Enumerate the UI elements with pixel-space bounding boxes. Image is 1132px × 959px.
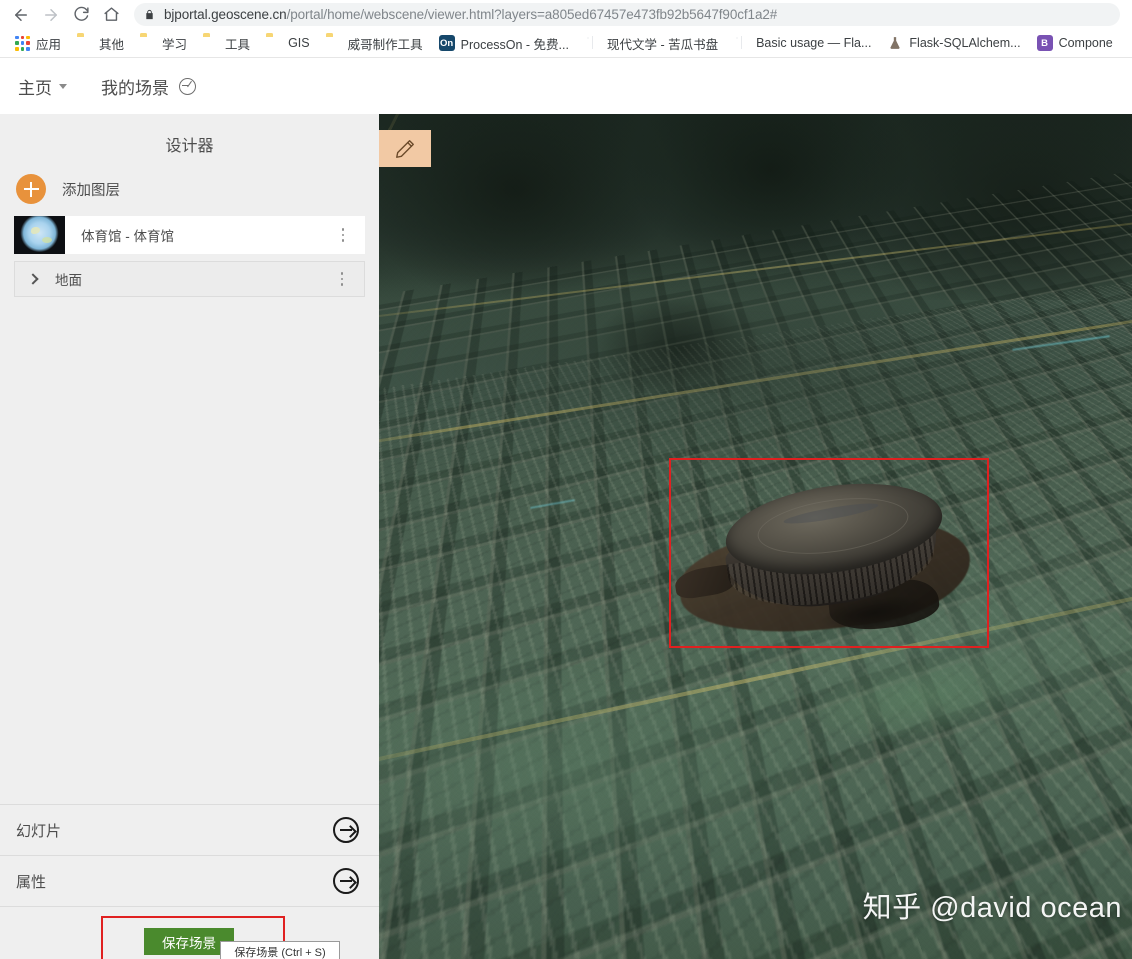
header-home-menu[interactable]: 主页 xyxy=(8,70,77,103)
bookmark-label: GIS xyxy=(288,36,310,50)
bookmark-folder-weige[interactable]: 威哥制作工具 xyxy=(319,32,430,54)
folder-icon xyxy=(140,35,156,51)
bookmark-bootstrap-components[interactable]: B Compone xyxy=(1030,32,1120,54)
bookmark-folder-gis[interactable]: GIS xyxy=(259,32,317,54)
ground-layer-row[interactable]: 地面 xyxy=(14,261,365,297)
section-label: 幻灯片 xyxy=(16,822,62,840)
scene-globe-icon xyxy=(179,77,196,95)
header-scene-title: 我的场景 xyxy=(101,74,196,99)
bookmark-apps[interactable]: 应用 xyxy=(8,32,68,54)
kebab-menu-icon[interactable] xyxy=(331,216,355,254)
bookmark-modern-literature[interactable]: 现代文学 - 苦瓜书盘 xyxy=(578,32,725,54)
bookmark-folder-other[interactable]: 其他 xyxy=(70,32,131,54)
section-slides[interactable]: 幻灯片 xyxy=(0,804,379,855)
bookmark-label: 应用 xyxy=(36,37,62,52)
application-window: bjportal.geoscene.cn/portal/home/webscen… xyxy=(0,0,1132,959)
bookmark-flask-basic-usage[interactable]: Basic usage — Fla... xyxy=(727,32,878,54)
lock-icon xyxy=(144,8,155,21)
list-item[interactable]: 体育馆 - 体育馆 xyxy=(14,216,365,254)
section-label: 属性 xyxy=(16,873,47,891)
bookmark-folder-study[interactable]: 学习 xyxy=(133,32,194,54)
panel-spacer xyxy=(0,297,379,804)
bootstrap-icon: B xyxy=(1036,35,1053,51)
folder-icon xyxy=(326,35,342,51)
bookmark-label: 其他 xyxy=(99,37,125,52)
address-bar[interactable]: bjportal.geoscene.cn/portal/home/webscen… xyxy=(134,3,1120,26)
save-tooltip: 保存场景 (Ctrl + S) xyxy=(220,941,340,959)
designer-title: 设计器 xyxy=(165,138,214,155)
folder-icon xyxy=(77,35,93,51)
page-title: 我的场景 xyxy=(101,78,169,98)
bookmark-label: 威哥制作工具 xyxy=(347,37,423,52)
layer-name: 体育馆 - 体育馆 xyxy=(81,229,174,244)
bookmark-label: Flask-SQLAlchem... xyxy=(909,36,1021,50)
globe-icon xyxy=(734,35,750,51)
arrow-right-circle-icon[interactable] xyxy=(333,817,359,843)
plus-circle-icon xyxy=(16,174,46,204)
watermark: 知乎 @david ocean xyxy=(862,892,1122,924)
apps-grid-icon xyxy=(15,35,30,51)
bookmark-label: Compone xyxy=(1058,36,1113,50)
layer-list: 体育馆 - 体育馆 地面 xyxy=(0,216,379,297)
bookmark-label: 学习 xyxy=(162,37,188,52)
scene-viewport[interactable]: 知乎 @david ocean xyxy=(379,114,1132,959)
bookmark-folder-tools[interactable]: 工具 xyxy=(196,32,257,54)
globe-thumbnail-icon xyxy=(14,216,65,254)
app-header: 主页 我的场景 xyxy=(0,58,1132,114)
bookmark-processon[interactable]: On ProcessOn - 免费... xyxy=(432,32,576,54)
header-home-label: 主页 xyxy=(18,78,52,98)
processon-badge: On xyxy=(440,37,454,49)
home-icon[interactable] xyxy=(96,2,126,28)
url-text: bjportal.geoscene.cn/portal/home/webscen… xyxy=(164,7,778,22)
back-arrow-icon[interactable] xyxy=(6,2,36,28)
bookmark-label: 现代文学 - 苦瓜书盘 xyxy=(606,37,719,52)
arrow-right-circle-icon[interactable] xyxy=(333,868,359,894)
chevron-down-icon xyxy=(59,83,67,89)
processon-icon: On xyxy=(438,35,455,51)
add-layer-button[interactable]: 添加图层 xyxy=(0,170,379,216)
flask-icon xyxy=(887,35,903,51)
add-layer-label: 添加图层 xyxy=(62,182,120,199)
folder-icon xyxy=(266,35,282,51)
section-properties[interactable]: 属性 xyxy=(0,855,379,906)
ground-label: 地面 xyxy=(55,273,82,288)
bookmark-label: 工具 xyxy=(225,37,251,52)
kebab-menu-icon[interactable] xyxy=(330,262,354,296)
bootstrap-badge: B xyxy=(1041,37,1048,49)
folder-icon xyxy=(203,35,219,51)
bookmark-flask-sqlalchemy[interactable]: Flask-SQLAlchem... xyxy=(880,32,1027,54)
browser-toolbar: bjportal.geoscene.cn/portal/home/webscen… xyxy=(0,0,1132,29)
bookmarks-bar: 应用 其他 学习 工具 GIS 威哥制作工具 On ProcessOn - 免费… xyxy=(0,29,1132,58)
bookmark-label: ProcessOn - 免费... xyxy=(460,37,569,52)
bookmark-label: Basic usage — Fla... xyxy=(756,36,872,50)
stadium-3d-model[interactable] xyxy=(673,464,979,647)
chevron-right-icon[interactable] xyxy=(27,273,39,285)
pencil-icon[interactable] xyxy=(379,130,431,167)
forward-arrow-icon[interactable] xyxy=(36,2,66,28)
reload-icon[interactable] xyxy=(66,2,96,28)
designer-panel: 设计器 添加图层 体育馆 - 体育馆 地面 幻灯片 属性 保存场景 xyxy=(0,114,379,959)
globe-icon xyxy=(585,35,601,51)
